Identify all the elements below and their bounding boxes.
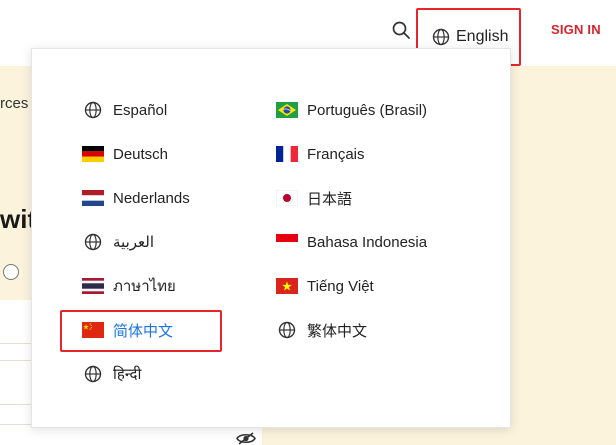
language-option-label: Español (113, 101, 168, 119)
language-option-label: العربية (113, 234, 154, 251)
globe-icon (82, 101, 104, 119)
language-option-es[interactable]: Español (82, 97, 167, 123)
language-option-zh-hant[interactable]: 繁体中文 (276, 317, 367, 343)
language-option-vi[interactable]: Tiếng Việt (276, 273, 374, 299)
background-text-snippet: rces (0, 95, 29, 112)
language-selector-label: English (456, 28, 509, 45)
flag-vietnam-icon (276, 278, 298, 294)
language-option-fr[interactable]: Français (276, 141, 365, 167)
sign-in-link[interactable]: SIGN IN (551, 22, 601, 37)
language-option-id[interactable]: Bahasa Indonesia (276, 229, 427, 255)
language-option-label: हिन्दी (113, 366, 142, 383)
language-option-label: Nederlands (113, 189, 190, 207)
language-option-label: Deutsch (113, 145, 169, 163)
language-option-label: 繁体中文 (307, 322, 368, 340)
search-icon[interactable] (391, 20, 411, 40)
language-option-label: Français (307, 145, 365, 163)
language-option-label: Bahasa Indonesia (307, 233, 428, 251)
language-option-label: ภาษาไทย (113, 278, 176, 295)
flag-thailand-icon (82, 278, 104, 294)
language-option-hi[interactable]: हिन्दी (82, 361, 141, 387)
language-option-label: Tiếng Việt (307, 277, 374, 295)
language-option-th[interactable]: ภาษาไทย (82, 273, 176, 299)
flag-brazil-icon (276, 102, 298, 118)
language-option-label: Português (Brasil) (307, 101, 428, 119)
language-dropdown-menu: Español Português (Brasil) Deutsch Franç… (31, 48, 511, 428)
language-option-de[interactable]: Deutsch (82, 141, 168, 167)
globe-icon (432, 28, 450, 46)
flag-germany-icon (82, 146, 104, 162)
language-option-pt-br[interactable]: Português (Brasil) (276, 97, 427, 123)
globe-icon (276, 321, 298, 339)
flag-france-icon (276, 146, 298, 162)
flag-japan-icon (276, 190, 298, 206)
language-option-label: 日本語 (307, 190, 353, 208)
flag-indonesia-icon (276, 234, 298, 250)
selected-language-highlight (60, 310, 222, 352)
globe-icon (82, 233, 104, 251)
flag-netherlands-icon (82, 190, 104, 206)
language-option-nl[interactable]: Nederlands (82, 185, 190, 211)
eye-hidden-icon[interactable] (236, 432, 256, 445)
language-option-ja[interactable]: 日本語 (276, 185, 352, 211)
globe-icon (82, 365, 104, 383)
background-radio-button[interactable] (3, 264, 19, 280)
language-option-ar[interactable]: العربية (82, 229, 154, 255)
